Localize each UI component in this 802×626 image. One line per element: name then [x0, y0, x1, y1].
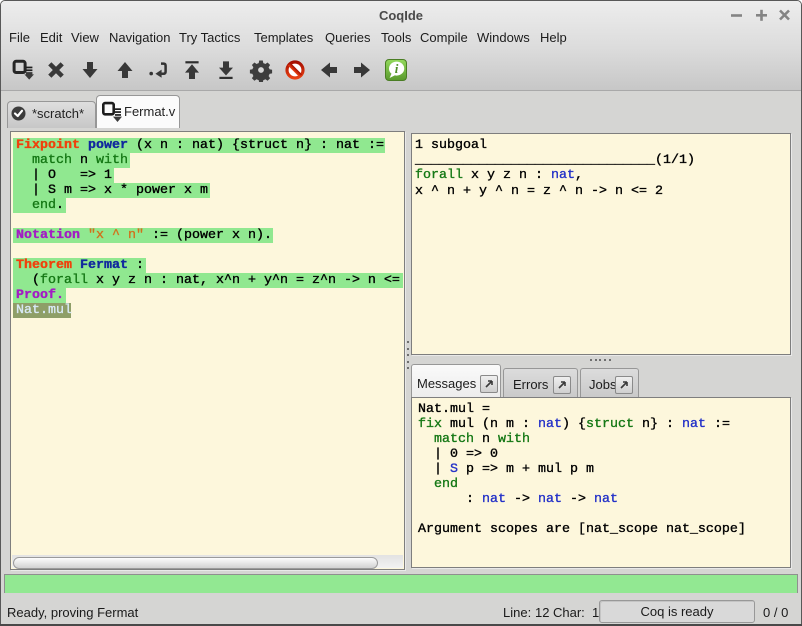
svg-text:i: i [395, 61, 399, 76]
